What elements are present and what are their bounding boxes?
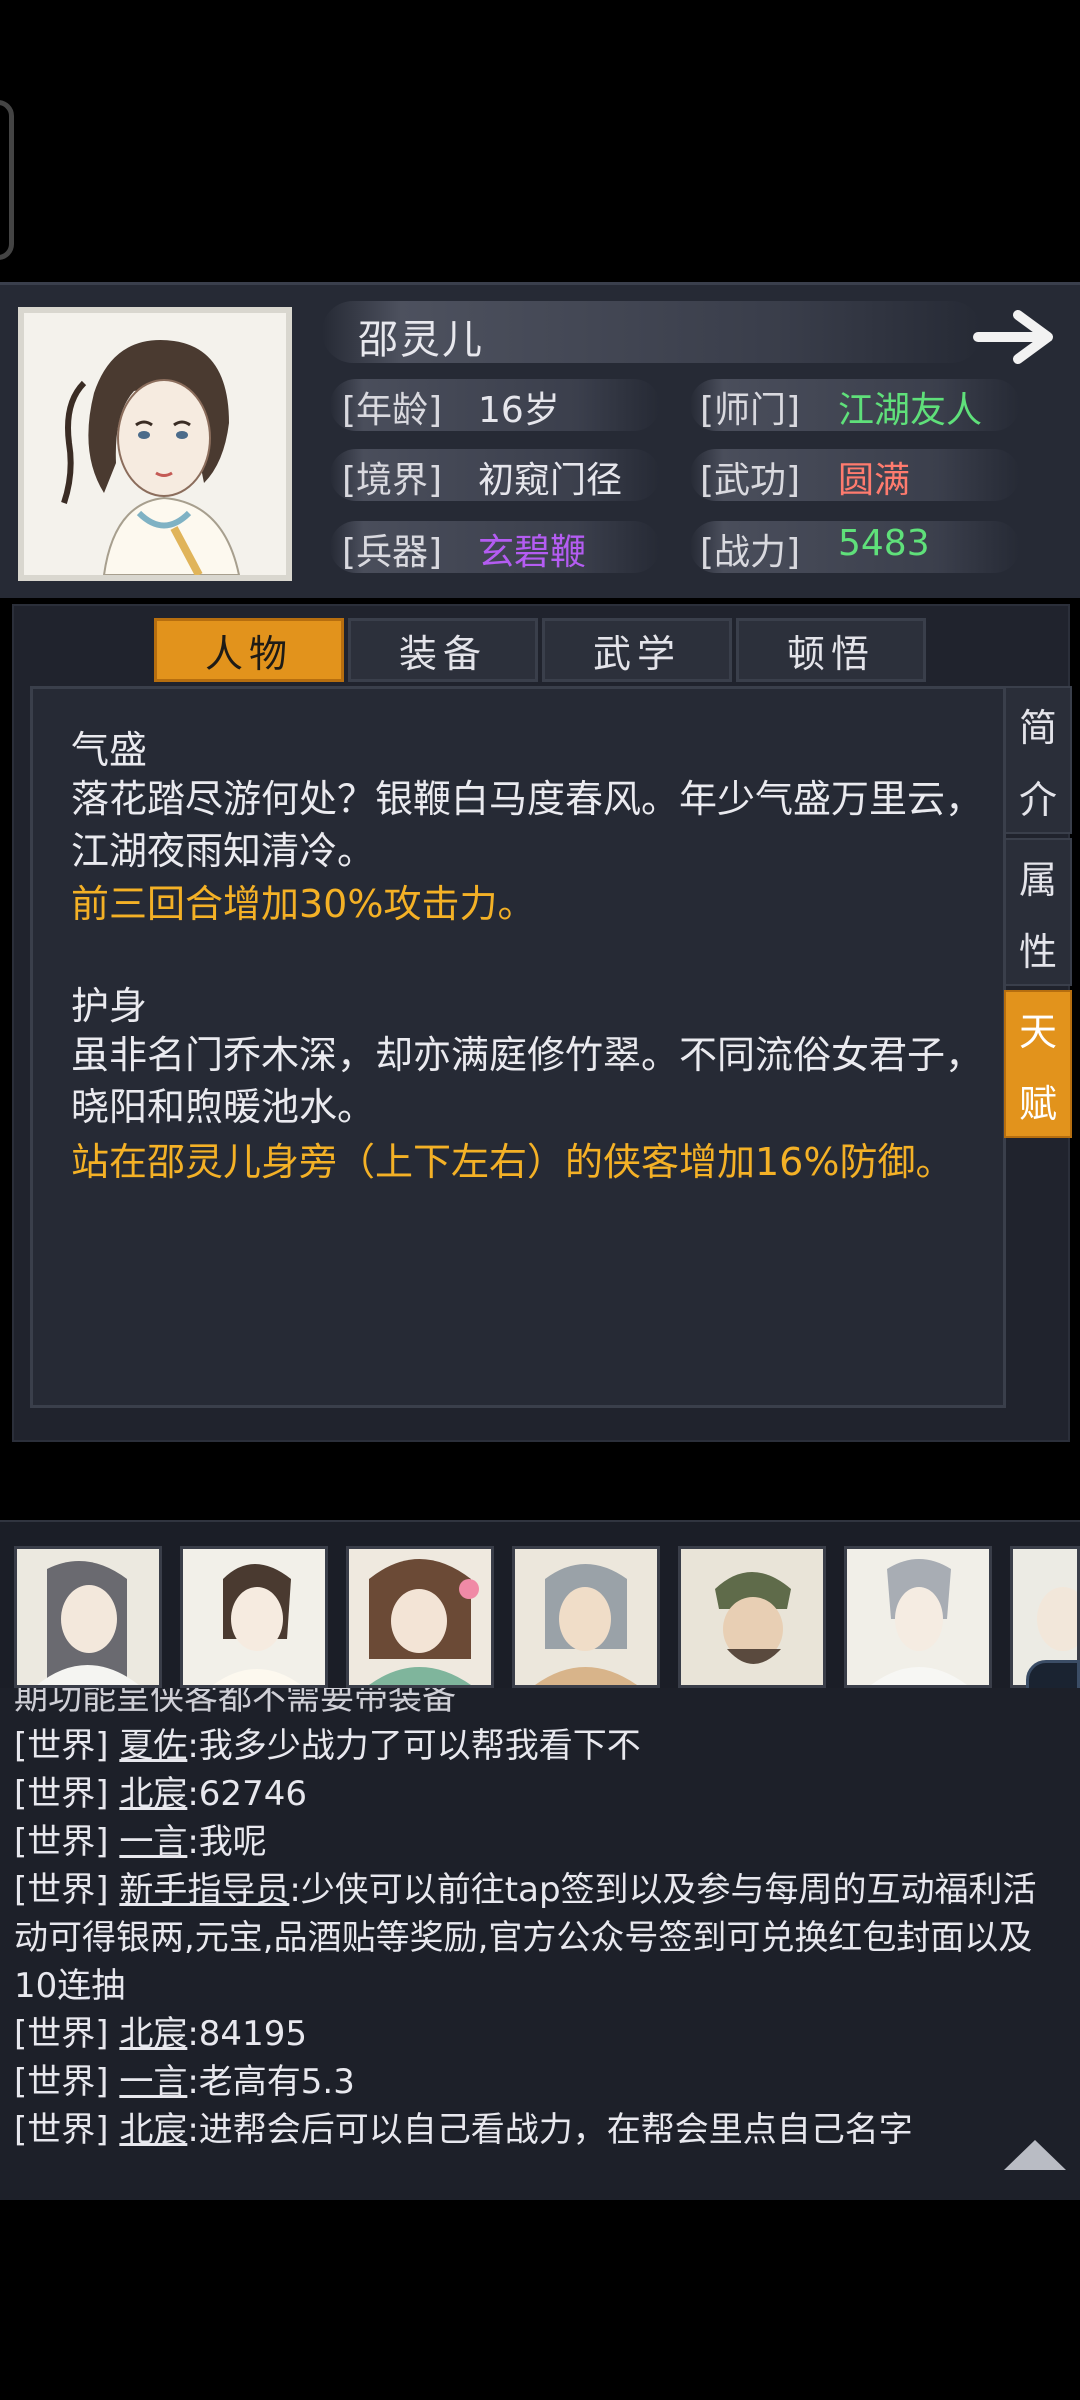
chat-message: [世界] 北宸:进帮会后可以自己看战力，在帮会里点自己名字 <box>14 2106 1064 2154</box>
chat-user[interactable]: 一言 <box>119 2062 187 2102</box>
chat-message: [世界] 北宸:84195 <box>14 2010 1064 2058</box>
detail-panel: 人物 装备 武学 顿悟 气盛 落花踏尽游何处？银鞭白马度春风。年少气盛万里云，江… <box>12 604 1072 1442</box>
side-tab-bar: 简 介 属 性 天 赋 <box>1004 686 1074 1146</box>
chat-message: [世界] 新手指导员:少侠可以前往tap签到以及参与每周的互动福利活动可得银两,… <box>14 1866 1064 2010</box>
chat-channel: [世界] <box>14 1726 109 1766</box>
side-tab-intro[interactable]: 简 介 <box>1004 686 1072 834</box>
chat-user[interactable]: 北宸 <box>119 1774 187 1814</box>
talent-title: 气盛 <box>71 728 148 772</box>
chat-channel: [世界] <box>14 1822 109 1862</box>
chat-text: :进帮会后可以自己看战力，在帮会里点自己名字 <box>187 2110 913 2150</box>
chat-channel: [世界] <box>14 2014 109 2054</box>
stat-value-age: 16岁 <box>478 390 560 431</box>
chat-text: :我呢 <box>187 1822 267 1862</box>
stat-value-martial: 圆满 <box>838 460 911 501</box>
chat-line-partial: 期功能呈侠客都不需要带装备 <box>14 1688 456 1718</box>
stat-value-sect: 江湖友人 <box>838 390 983 431</box>
chat-message: [世界] 北宸:62746 <box>14 1770 1064 1818</box>
character-name: 邵灵儿 <box>358 317 484 363</box>
tab-martial-arts[interactable]: 武学 <box>542 618 732 682</box>
chat-text: :老高有5.3 <box>187 2062 355 2102</box>
triangle-up-icon[interactable] <box>1000 2134 1070 2174</box>
hero-avatar[interactable] <box>512 1546 660 1688</box>
side-tab-char: 简 <box>1018 705 1057 750</box>
side-tab-char: 天 <box>1018 1009 1057 1054</box>
status-notch <box>0 100 14 260</box>
talent-effect: 站在邵灵儿身旁（上下左右）的侠客增加16%防御。 <box>71 1140 954 1184</box>
right-arrow-icon[interactable] <box>972 305 1060 369</box>
tab-character[interactable]: 人物 <box>154 618 344 682</box>
hero-avatar[interactable] <box>14 1546 162 1688</box>
side-tab-char: 属 <box>1018 857 1057 902</box>
stat-label-power: [战力] <box>700 532 801 573</box>
chat-user[interactable]: 北宸 <box>119 2110 187 2150</box>
side-tab-talent[interactable]: 天 赋 <box>1004 990 1072 1138</box>
portrait-image <box>24 313 286 577</box>
hero-avatar[interactable] <box>678 1546 826 1688</box>
chat-channel: [世界] <box>14 1774 109 1814</box>
hero-avatar[interactable] <box>346 1546 494 1688</box>
talent-content: 气盛 落花踏尽游何处？银鞭白马度春风。年少气盛万里云，江湖夜雨知清冷。 前三回合… <box>30 686 1006 1408</box>
tab-enlightenment[interactable]: 顿悟 <box>736 618 926 682</box>
chat-user[interactable]: 新手指导员 <box>119 1870 289 1910</box>
stat-label-sect: [师门] <box>700 390 801 431</box>
hero-roster <box>0 1520 1080 1690</box>
stat-label-age: [年龄] <box>342 390 443 431</box>
chat-message: [世界] 夏佐:我多少战力了可以帮我看下不 <box>14 1722 1064 1770</box>
stat-value-power: 5483 <box>838 523 930 564</box>
chat-user[interactable]: 一言 <box>119 1822 187 1862</box>
hero-avatar[interactable] <box>180 1546 328 1688</box>
chat-text: :62746 <box>187 1774 307 1814</box>
character-header: 邵灵儿 [年龄] 16岁 [师门] 江湖友人 [境界] 初窥门径 [武功] 圆满… <box>0 282 1080 598</box>
side-tab-attributes[interactable]: 属 性 <box>1004 838 1072 986</box>
chat-text: :84195 <box>187 2014 307 2054</box>
character-portrait <box>18 307 292 581</box>
talent-description: 虽非名门乔木深，却亦满庭修竹翠。不同流俗女君子，晓阳和煦暖池水。 <box>71 1033 984 1129</box>
chat-channel: [世界] <box>14 2110 109 2150</box>
chat-user[interactable]: 夏佐 <box>119 1726 187 1766</box>
stat-label-realm: [境界] <box>342 460 443 501</box>
stat-value-realm: 初窥门径 <box>478 460 623 501</box>
talent-description: 落花踏尽游何处？银鞭白马度春风。年少气盛万里云，江湖夜雨知清冷。 <box>71 777 984 873</box>
chat-message: [世界] 一言:我呢 <box>14 1818 1064 1866</box>
side-tab-char: 介 <box>1018 777 1057 822</box>
side-tab-char: 赋 <box>1018 1081 1057 1126</box>
chat-channel: [世界] <box>14 2062 109 2102</box>
stat-label-martial: [武功] <box>700 460 801 501</box>
chat-channel: [世界] <box>14 1870 109 1910</box>
stat-value-weapon: 玄碧鞭 <box>478 532 587 573</box>
chat-text: :我多少战力了可以帮我看下不 <box>187 1726 641 1766</box>
chat-user[interactable]: 北宸 <box>119 2014 187 2054</box>
tab-equipment[interactable]: 装备 <box>348 618 538 682</box>
hero-avatar[interactable] <box>844 1546 992 1688</box>
stat-label-weapon: [兵器] <box>342 532 443 573</box>
chat-message: [世界] 一言:老高有5.3 <box>14 2058 1064 2106</box>
talent-effect: 前三回合增加30%攻击力。 <box>71 882 536 926</box>
side-tab-char: 性 <box>1018 929 1057 974</box>
talent-title: 护身 <box>71 984 148 1028</box>
world-chat: 期功能呈侠客都不需要带装备 [世界] 夏佐:我多少战力了可以帮我看下不 [世界]… <box>0 1688 1080 2200</box>
